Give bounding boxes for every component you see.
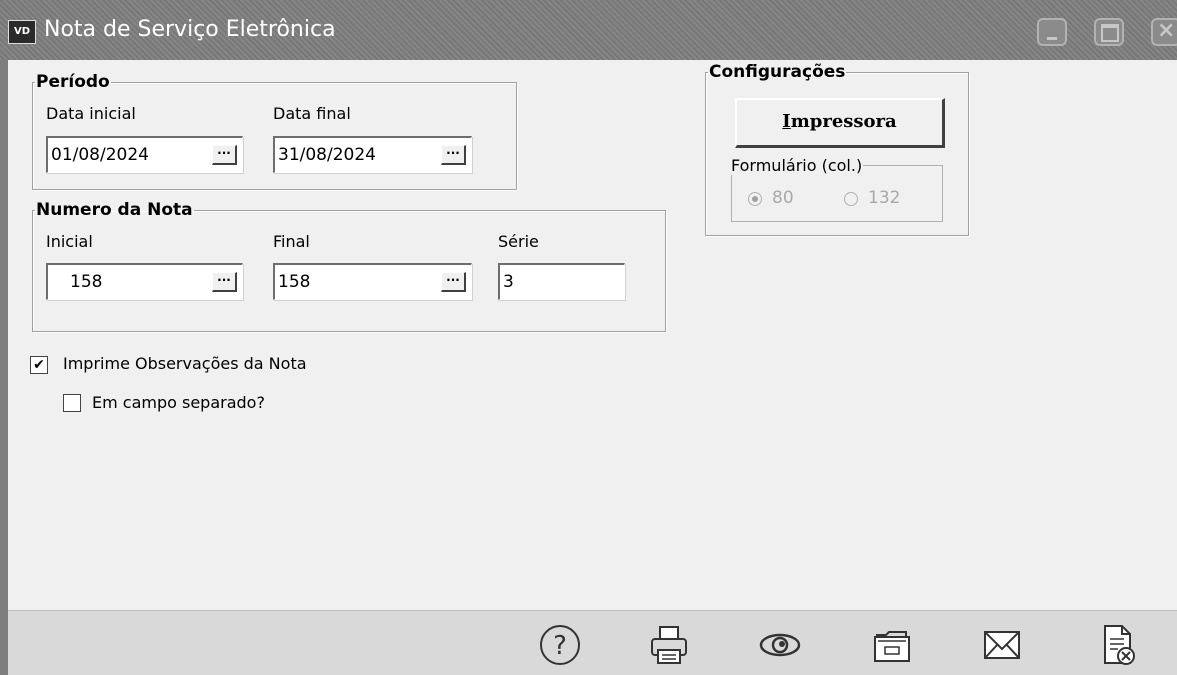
serie-label: Série	[498, 232, 539, 251]
formulario-group: Formulário (col.)	[731, 156, 943, 222]
impressora-accel: I	[782, 111, 791, 132]
data-inicial-value: 01/08/2024	[51, 145, 149, 165]
numero-final-value: 158	[278, 272, 311, 292]
radio-80[interactable]	[748, 192, 762, 206]
serie-value: 3	[503, 272, 514, 292]
data-final-lookup-button[interactable]: ···	[441, 145, 466, 165]
radio-80-label: 80	[772, 188, 794, 208]
email-icon[interactable]	[980, 623, 1024, 667]
main-window: VD Nota de Serviço Eletrônica × Período …	[0, 0, 1177, 675]
numero-inicial-input[interactable]: 158 ···	[46, 263, 243, 300]
numero-inicial-value: 158	[70, 272, 103, 292]
data-inicial-input[interactable]: 01/08/2024 ···	[46, 136, 243, 173]
bottom-toolbar: ?	[8, 610, 1177, 675]
printer-icon[interactable]	[648, 623, 692, 667]
radio-132-label: 132	[868, 188, 901, 208]
data-inicial-label: Data inicial	[46, 104, 136, 123]
form-area: Período Data inicial 01/08/2024 ··· Data…	[8, 60, 1177, 610]
data-inicial-lookup-button[interactable]: ···	[212, 145, 237, 165]
title-bar[interactable]: VD Nota de Serviço Eletrônica ×	[0, 0, 1177, 60]
radio-132[interactable]	[844, 192, 858, 206]
close-window-button[interactable]: ×	[1151, 18, 1177, 46]
svg-text:?: ?	[553, 631, 567, 661]
numero-final-lookup-button[interactable]: ···	[441, 272, 466, 292]
impressora-button[interactable]: Impressora	[735, 98, 945, 148]
campo-separado-checkbox[interactable]	[63, 394, 81, 412]
impressora-label: mpressora	[790, 111, 897, 132]
numero-final-input[interactable]: 158 ···	[273, 263, 472, 300]
help-icon[interactable]: ?	[538, 623, 582, 667]
imprime-observacoes-label[interactable]: Imprime Observações da Nota	[63, 354, 307, 373]
numero-nota-legend: Numero da Nota	[36, 200, 193, 220]
minimize-button[interactable]	[1037, 18, 1067, 46]
serie-input[interactable]: 3	[498, 263, 625, 300]
archive-icon[interactable]	[870, 623, 914, 667]
inicial-label: Inicial	[46, 232, 93, 251]
preview-eye-icon[interactable]	[758, 623, 802, 667]
window-border	[0, 60, 8, 675]
close-icon: ×	[1157, 18, 1176, 43]
close-document-icon[interactable]	[1096, 623, 1140, 667]
formulario-legend: Formulário (col.)	[731, 156, 863, 175]
data-final-label: Data final	[273, 104, 351, 123]
campo-separado-label[interactable]: Em campo separado?	[92, 393, 265, 412]
configuracoes-legend: Configurações	[709, 62, 846, 82]
numero-inicial-lookup-button[interactable]: ···	[212, 272, 237, 292]
final-label: Final	[273, 232, 310, 251]
window-title: Nota de Serviço Eletrônica	[44, 17, 336, 42]
imprime-observacoes-checkbox[interactable]: ✔	[30, 356, 48, 374]
maximize-button[interactable]	[1094, 18, 1124, 46]
data-final-value: 31/08/2024	[278, 145, 376, 165]
data-final-input[interactable]: 31/08/2024 ···	[273, 136, 472, 173]
app-icon: VD	[8, 20, 36, 44]
periodo-legend: Período	[36, 72, 110, 92]
